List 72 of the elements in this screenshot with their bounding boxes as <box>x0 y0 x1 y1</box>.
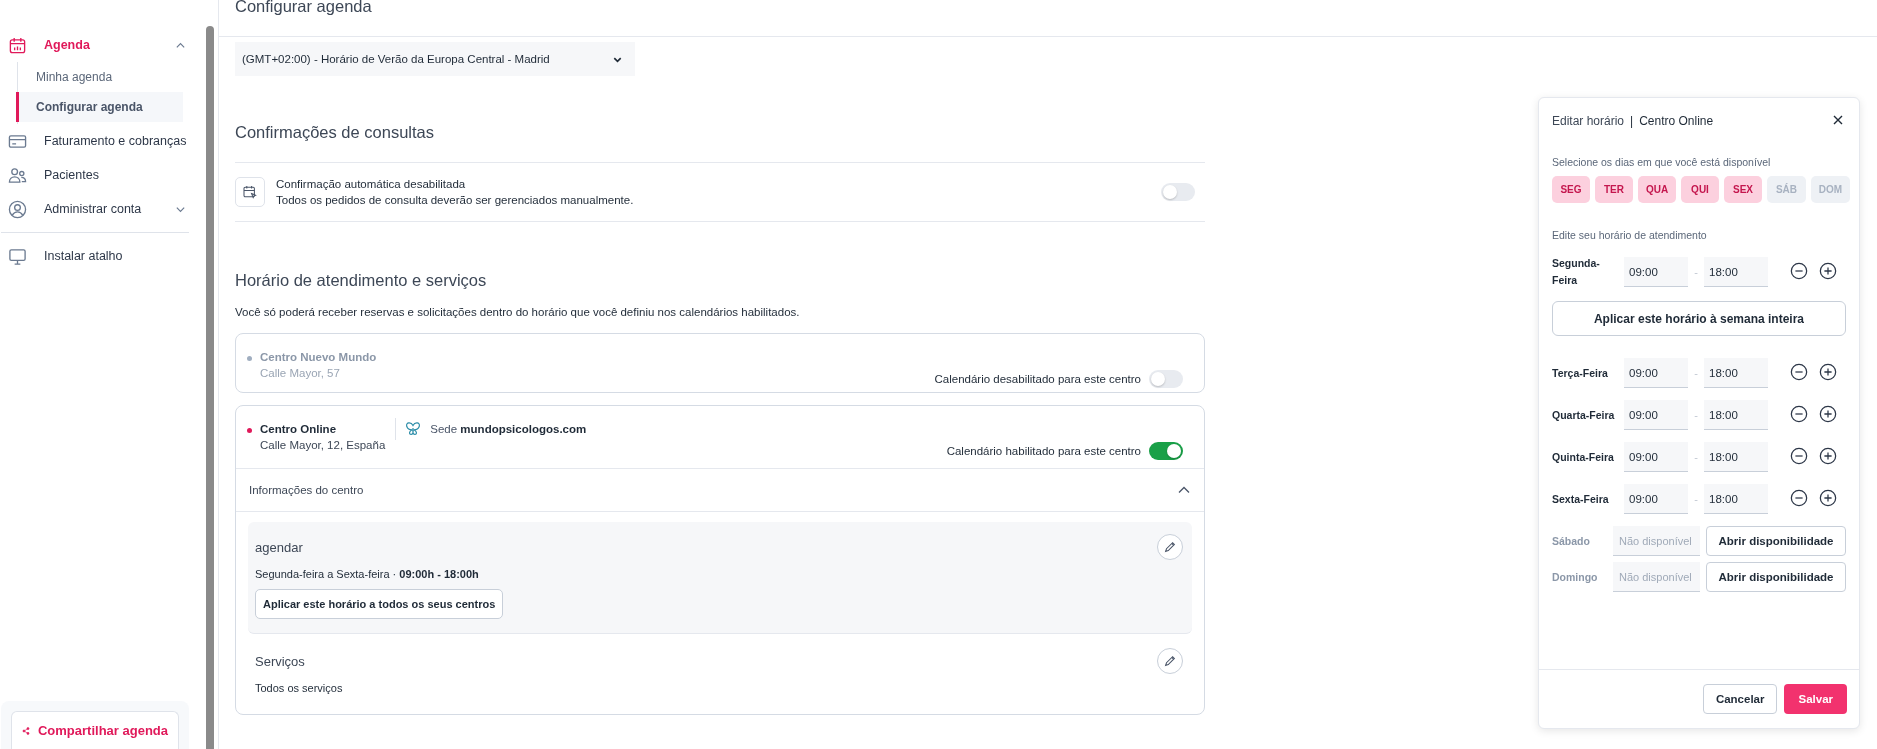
sidebar-item[interactable]: Agenda <box>0 28 200 62</box>
time-field[interactable]: 09:00 <box>1624 442 1688 472</box>
day-label: Terça-Feira <box>1552 365 1609 381</box>
submenu-item[interactable]: Minha agenda <box>18 62 183 92</box>
accordion-header[interactable]: Informações do centro <box>236 468 1204 512</box>
time-field[interactable]: 18:00 <box>1704 484 1768 514</box>
time-field[interactable]: 09:00 <box>1624 400 1688 430</box>
time-field[interactable]: 18:00 <box>1704 257 1768 287</box>
open-availability-button[interactable]: Abrir disponibilidade <box>1706 562 1846 592</box>
section-title: Confirmações de consultas <box>235 122 1205 163</box>
panel-subtitle: Centro Online <box>1639 114 1714 128</box>
sidebar-item[interactable]: Administrar conta <box>0 192 200 226</box>
page-title: Configurar agenda <box>235 0 373 16</box>
days-label: Selecione os dias em que você está disponível <box>1552 156 1772 168</box>
title-separator: | <box>1630 114 1634 128</box>
day-chip[interactable]: SEX <box>1724 176 1762 203</box>
save-button[interactable]: Salvar <box>1784 684 1847 714</box>
day-label: Segunda-Feira <box>1552 256 1601 288</box>
nav-label: Administrar conta <box>44 202 142 216</box>
block-title: Serviços <box>255 653 305 669</box>
services-text: Todos os serviços <box>255 682 344 694</box>
site-label: Sede mundopsicologos.com <box>430 423 587 435</box>
range-separator: - <box>1693 493 1699 505</box>
timezone-dropdown[interactable]: (GMT+02:00) - Horário de Verão da Europa Central - Madrid <box>235 42 635 76</box>
calendar-status: Calendário desabilitado para este centro <box>934 373 1141 385</box>
section-description: Você só poderá receber reservas e solicitações dentro do horário que você definiu nos calendários habilitados. <box>235 306 801 318</box>
time-field[interactable]: 18:00 <box>1704 358 1768 388</box>
nav-label: Agenda <box>44 38 90 52</box>
range-separator: - <box>1693 451 1699 463</box>
share-button[interactable]: Compartilhar agenda <box>11 711 179 749</box>
unavailable-field[interactable]: Não disponível <box>1613 562 1700 592</box>
day-label: Quarta-Feira <box>1552 407 1616 423</box>
submenu-item[interactable]: Configurar agenda <box>16 92 183 122</box>
range-separator: - <box>1693 266 1699 278</box>
nav-label: Faturamento e cobranças <box>44 134 187 148</box>
unavailable-field[interactable]: Não disponível <box>1613 526 1700 556</box>
center-name: Centro Online <box>260 423 338 435</box>
apply-week-button[interactable]: Aplicar este horário à semana inteira <box>1552 301 1846 336</box>
setting-title: Confirmação automática desabilitada <box>276 177 467 192</box>
sidebar-item[interactable]: Faturamento e cobranças <box>0 124 200 158</box>
block-title: agendar <box>255 539 303 555</box>
time-field[interactable]: 18:00 <box>1704 400 1768 430</box>
day-chip[interactable]: QUA <box>1638 176 1676 203</box>
open-availability-button[interactable]: Abrir disponibilidade <box>1706 526 1846 556</box>
hours-label: Edite seu horário de atendimento <box>1552 229 1708 241</box>
day-label: Sexta-Feira <box>1552 491 1610 507</box>
day-label: Sábado <box>1552 533 1591 549</box>
panel-title: Editar horário <box>1552 114 1625 128</box>
time-field[interactable]: 09:00 <box>1624 358 1688 388</box>
calendar-status: Calendário habilitado para este centro <box>946 445 1141 457</box>
nav-label: Instalar atalho <box>44 249 123 263</box>
center-name: Centro Nuevo Mundo <box>260 351 377 363</box>
day-label: Domingo <box>1552 569 1599 585</box>
schedule-summary: Segunda-feira a Sexta-feira · 09:00h - 18:00h <box>255 568 480 580</box>
nav-label: Pacientes <box>44 168 99 182</box>
time-field[interactable]: 18:00 <box>1704 442 1768 472</box>
range-separator: - <box>1693 367 1699 379</box>
section-title: Horário de atendimento e serviços <box>235 270 488 290</box>
sidebar-item[interactable]: Instalar atalho <box>0 239 200 273</box>
sidebar-item[interactable]: Pacientes <box>0 158 200 192</box>
day-chip[interactable]: QUI <box>1681 176 1719 203</box>
day-label: Quinta-Feira <box>1552 449 1615 465</box>
setting-description: Todos os pedidos de consulta deverão ser gerenciados manualmente. <box>276 193 635 208</box>
time-field[interactable]: 09:00 <box>1624 484 1688 514</box>
center-address: Calle Mayor, 57 <box>260 367 341 379</box>
apply-button[interactable]: Aplicar este horário a todos os seus centros <box>255 589 504 619</box>
day-chip[interactable]: TER <box>1595 176 1633 203</box>
range-separator: - <box>1693 409 1699 421</box>
center-address: Calle Mayor, 12, España <box>260 439 386 451</box>
cancel-button[interactable]: Cancelar <box>1702 684 1778 714</box>
day-chip[interactable]: SEG <box>1552 176 1590 203</box>
time-field[interactable]: 09:00 <box>1624 257 1688 287</box>
